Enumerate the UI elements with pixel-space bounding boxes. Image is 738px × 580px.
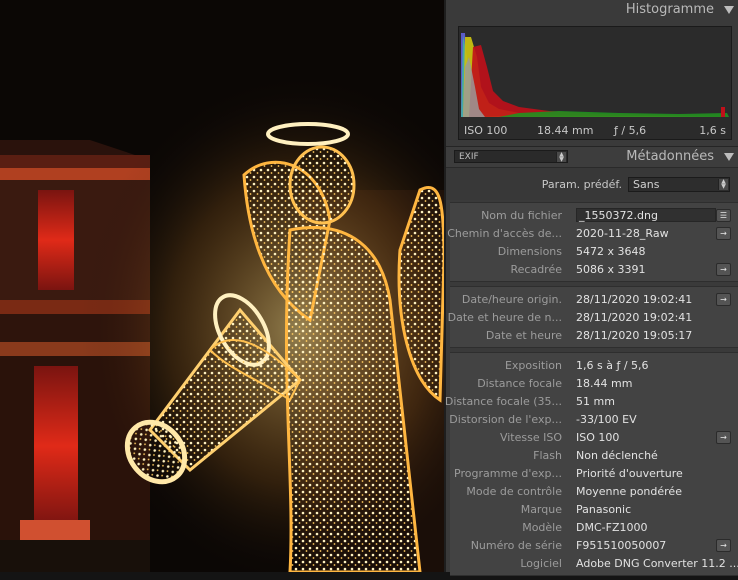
metadata-label: Date/heure origin. — [461, 293, 562, 306]
metadata-row: Numéro de série F951510050007 → — [450, 536, 738, 554]
histogram-graph[interactable]: ISO 100 18.44 mm ƒ / 5,6 1,6 s — [458, 26, 732, 140]
angel-photo-image — [0, 0, 444, 572]
metadata-value: ISO 100 — [576, 431, 620, 444]
metadata-label: Logiciel — [520, 557, 562, 570]
metadata-row: Modèle DMC-FZ1000 — [450, 518, 738, 536]
metadata-value: DMC-FZ1000 — [576, 521, 648, 534]
metadata-row: Distorsion de l'exp... -33/100 EV — [449, 410, 738, 428]
metadata-value: F951510050007 — [576, 539, 667, 552]
metadata-group: Date/heure origin. 28/11/2020 19:02:41 → Da… — [447, 286, 738, 348]
metadata-row: Distance focale 18.44 mm — [450, 374, 738, 392]
metadata-label: Date et heure de n... — [447, 311, 562, 324]
metadata-row: Mode de contrôle Moyenne pondérée — [450, 482, 738, 500]
metadata-view-select[interactable]: EXIF ▲ ▼ — [454, 150, 568, 163]
histogram-highlight-spike — [721, 107, 725, 117]
metadata-header[interactable]: EXIF ▲ ▼ Métadonnées — [446, 146, 738, 168]
metadata-label: Distorsion de l'exp... — [449, 413, 562, 426]
metadata-row: Date et heure de n... 28/11/2020 19:02:41 — [447, 308, 738, 326]
metadata-label: Recadrée — [510, 263, 562, 276]
go-arrow-icon[interactable]: → — [716, 539, 731, 552]
triangle-down-icon[interactable] — [724, 153, 734, 161]
preset-row: Param. prédéf. Sans ▲ ▼ — [446, 168, 738, 200]
metadata-value: 18.44 mm — [576, 377, 633, 390]
metadata-value: 1,6 s à ƒ / 5,6 — [576, 359, 649, 372]
histogram-aperture: ƒ / 5,6 — [614, 124, 647, 137]
metadata-value: Non déclenché — [576, 449, 658, 462]
list-icon[interactable]: ☰ — [716, 209, 731, 222]
metadata-row: Programme d'exp... Priorité d'ouverture — [450, 464, 738, 482]
metadata-label: Exposition — [504, 359, 562, 372]
preset-select[interactable]: Sans ▲ ▼ — [628, 177, 730, 192]
metadata-list: Nom du fichier _1550372.dng ☰ Chemin d'accè… — [445, 202, 738, 580]
metadata-value: 5086 x 3391 — [576, 263, 646, 276]
go-arrow-icon[interactable]: → — [716, 293, 731, 306]
go-arrow-icon[interactable]: → — [716, 431, 731, 444]
metadata-value: 51 mm — [576, 395, 615, 408]
metadata-value: Priorité d'ouverture — [576, 467, 683, 480]
metadata-row: Recadrée 5086 x 3391 → — [450, 260, 738, 278]
metadata-label: Mode de contrôle — [466, 485, 562, 498]
metadata-label: Modèle — [522, 521, 562, 534]
histogram-iso: ISO 100 — [464, 124, 508, 137]
triangle-down-icon[interactable] — [724, 6, 734, 14]
metadata-row: Date/heure origin. 28/11/2020 19:02:41 → — [450, 290, 738, 308]
preset-value: Sans — [633, 178, 660, 191]
metadata-row: Flash Non déclenché — [450, 446, 738, 464]
updown-arrows-icon: ▲ ▼ — [556, 152, 566, 163]
metadata-label: Numéro de série — [470, 539, 562, 552]
metadata-row: Distance focale (35... 51 mm — [445, 392, 738, 410]
metadata-row: Logiciel Adobe DNG Converter 11.2 ... — [450, 554, 738, 572]
metadata-label: Vitesse ISO — [499, 431, 562, 444]
metadata-row: Marque Panasonic — [450, 500, 738, 518]
preset-label: Param. prédéf. — [541, 178, 622, 191]
metadata-group: Exposition 1,6 s à ƒ / 5,6 Distance focale… — [445, 352, 738, 576]
right-panel: Histogramme ISO 100 18.44 mm ƒ / 5,6 1,6… — [444, 0, 738, 576]
metadata-value: 28/11/2020 19:02:41 — [576, 293, 693, 306]
metadata-group: Nom du fichier _1550372.dng ☰ Chemin d'accè… — [447, 202, 738, 282]
metadata-value: 28/11/2020 19:05:17 — [576, 329, 693, 342]
metadata-value: 28/11/2020 19:02:41 — [576, 311, 693, 324]
histogram-title: Histogramme — [625, 2, 714, 17]
metadata-label: Marque — [520, 503, 562, 516]
metadata-value: Adobe DNG Converter 11.2 ... — [576, 557, 738, 570]
metadata-value: Panasonic — [576, 503, 632, 516]
metadata-label: Nom du fichier — [481, 209, 562, 222]
metadata-row: Dimensions 5472 x 3648 — [450, 242, 738, 260]
metadata-row: Nom du fichier _1550372.dng ☰ — [450, 206, 738, 224]
metadata-value: Moyenne pondérée — [576, 485, 682, 498]
metadata-label: Dimensions — [497, 245, 562, 258]
metadata-value: 5472 x 3648 — [576, 245, 646, 258]
filename-field[interactable]: _1550372.dng — [576, 208, 716, 222]
metadata-label: Distance focale (35... — [444, 395, 562, 408]
metadata-label: Distance focale — [477, 377, 562, 390]
metadata-label: Date et heure — [485, 329, 562, 342]
metadata-label: Flash — [533, 449, 562, 462]
histogram-shutter: 1,6 s — [699, 124, 726, 137]
metadata-title: Métadonnées — [626, 149, 714, 164]
histogram-focal: 18.44 mm — [537, 124, 594, 137]
photo-preview[interactable] — [0, 0, 444, 572]
metadata-row: Exposition 1,6 s à ƒ / 5,6 — [450, 356, 738, 374]
metadata-value: -33/100 EV — [576, 413, 637, 426]
updown-arrows-icon: ▲ ▼ — [718, 179, 728, 190]
metadata-row: Vitesse ISO ISO 100 → — [450, 428, 738, 446]
histogram-chart — [459, 27, 731, 139]
histogram-header[interactable]: Histogramme — [446, 0, 738, 20]
metadata-row: Date et heure 28/11/2020 19:05:17 — [450, 326, 738, 344]
metadata-value: 2020-11-28_Raw — [576, 227, 669, 240]
metadata-view-value: EXIF — [459, 152, 479, 162]
metadata-label: Chemin d'accès de... — [447, 227, 562, 240]
metadata-row: Chemin d'accès de... 2020-11-28_Raw → — [447, 224, 738, 242]
go-arrow-icon[interactable]: → — [716, 263, 731, 276]
go-arrow-icon[interactable]: → — [716, 227, 731, 240]
metadata-label: Programme d'exp... — [454, 467, 562, 480]
